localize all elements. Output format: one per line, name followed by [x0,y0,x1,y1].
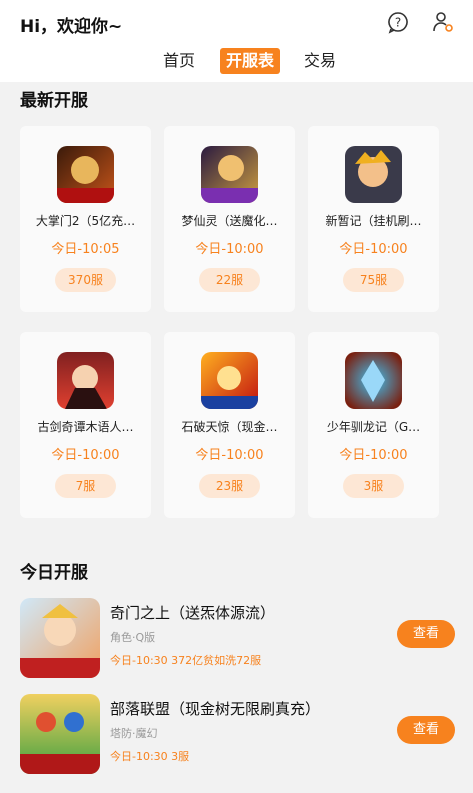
game-name: 大掌门2（5亿充… [35,214,136,228]
game-name: 古剑奇谭木语人… [37,420,134,434]
game-thumbnail [57,146,114,203]
server-card[interactable]: 石破天惊（现金… 今日-10:00 23服 [164,332,295,518]
greeting-text: Hi，欢迎你~ [20,17,123,37]
server-card[interactable]: 少年驯龙记（G… 今日-10:00 3服 [308,332,439,518]
game-name: 部落联盟（现金树无限刷真充） [110,700,321,718]
help-icon[interactable]: ? [386,10,410,34]
game-tags: 角色·Q版 [110,631,156,644]
open-time: 今日-10:00 [51,448,120,463]
server-card[interactable]: 新暂记（挂机刷… 今日-10:00 75服 [308,126,439,312]
server-badge: 75服 [343,268,404,292]
tab-home[interactable]: 首页 [157,48,201,74]
today-section-title: 今日开服 [20,563,88,583]
user-settings-icon[interactable] [431,10,455,34]
server-card[interactable]: 大掌门2（5亿充… 今日-10:05 370服 [20,126,151,312]
view-button[interactable]: 查看 [397,716,455,744]
game-name: 奇门之上（送炁体源流） [110,604,276,622]
tab-trade[interactable]: 交易 [298,48,342,74]
server-badge: 23服 [199,474,260,498]
open-info: 今日-10:30 3服 [110,750,190,763]
game-thumbnail [201,352,258,409]
game-thumbnail [20,598,100,678]
game-name: 梦仙灵（送魔化… [181,214,278,228]
top-tabs: 首页 开服表 交易 [0,46,473,76]
game-tags: 塔防·魔幻 [110,727,158,740]
game-thumbnail [57,352,114,409]
view-button[interactable]: 查看 [397,620,455,648]
server-card[interactable]: 梦仙灵（送魔化… 今日-10:00 22服 [164,126,295,312]
game-thumbnail [20,694,100,774]
server-badge: 3服 [343,474,404,498]
server-badge: 22服 [199,268,260,292]
game-thumbnail [345,146,402,203]
tab-open-server[interactable]: 开服表 [220,48,281,74]
open-time: 今日-10:00 [195,242,264,257]
svg-text:?: ? [395,16,401,30]
game-name: 少年驯龙记（G… [326,420,421,434]
game-name: 新暂记（挂机刷… [325,214,422,228]
server-card[interactable]: 古剑奇谭木语人… 今日-10:00 7服 [20,332,151,518]
latest-section-title: 最新开服 [20,91,88,111]
open-time: 今日-10:00 [195,448,264,463]
server-badge: 370服 [55,268,116,292]
list-item[interactable]: 部落联盟（现金树无限刷真充） 塔防·魔幻 今日-10:30 3服 查看 [0,694,473,782]
server-badge: 7服 [55,474,116,498]
game-name: 石破天惊（现金… [181,420,278,434]
open-info: 今日-10:30 372亿贫如洗72服 [110,654,262,667]
open-time: 今日-10:05 [51,242,120,257]
game-thumbnail [345,352,402,409]
open-time: 今日-10:00 [339,448,408,463]
game-thumbnail [201,146,258,203]
list-item[interactable]: 奇门之上（送炁体源流） 角色·Q版 今日-10:30 372亿贫如洗72服 查看 [0,598,473,686]
top-header: Hi，欢迎你~ ? 首页 开服表 交易 [0,0,473,82]
open-time: 今日-10:00 [339,242,408,257]
